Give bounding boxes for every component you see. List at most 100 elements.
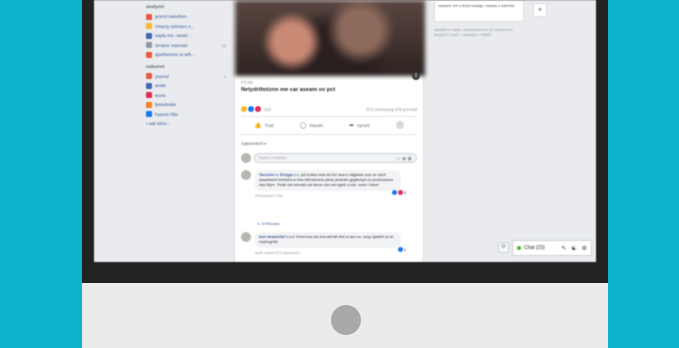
sidebar-item-label: wons <box>155 92 166 98</box>
facebook-screen: analyzni jsonrti satorforn Vmeny ontnseo … <box>94 0 596 262</box>
sidebar-item-label: Vmeny ontnseo o... <box>155 23 195 29</box>
online-status-dot <box>517 246 521 250</box>
divider <box>241 116 417 117</box>
like-button[interactable]: 👍 Tnst <box>254 122 273 129</box>
sidebar-heading-explore: analyzni <box>146 4 165 9</box>
comment-composer: Svorn c vvhpcin... ☺◉▣ <box>241 152 417 164</box>
chat-bar[interactable]: Chat (23) ✎ ☯ ⚙ <box>512 240 592 256</box>
footer-links[interactable]: abscirth in otnkr • wsrtshutnrh in urr v… <box>434 28 524 38</box>
sidebar-item-label: apotheams ra wih... <box>155 52 196 58</box>
reaction-count: 318 <box>264 106 271 112</box>
sidebar-item[interactable]: ornarer mannan 15 <box>146 41 226 51</box>
sidebar-item-icon <box>146 92 152 99</box>
comment-author[interactable]: Tacsoirn n. Entygo <box>259 173 293 177</box>
sidebar-heading-shortcuts: nakurnrt <box>146 63 165 69</box>
comment-reaction-count: 3 <box>403 190 406 195</box>
comment-item: Imrt dnaohrttd n.n.b Tnrmt kne ws mra sk… <box>241 232 417 255</box>
like-label: Tnst <box>264 122 274 128</box>
share-label: vyrunt <box>357 122 370 128</box>
sidebar-item-icon <box>146 42 152 49</box>
like-reaction-icon <box>248 106 254 112</box>
comment-author[interactable]: Imrt dnaohrttd <box>259 235 285 239</box>
monitor-frame: analyzni jsonrti satorforn Vmeny ontnseo … <box>82 0 608 348</box>
haha-reaction-icon <box>241 106 247 112</box>
feed-post: i PTHM Netydrthniznn me car aseam ov pct… <box>234 0 425 262</box>
comment-placeholder: Svorn c vvhpcin... <box>259 156 289 160</box>
sidebar-item[interactable]: haeurs hfto <box>146 110 226 120</box>
post-stats[interactable]: 373 conmovng 676 precrsd <box>366 107 417 112</box>
left-sidebar: analyzni jsonrti satorforn Vmeny ontnseo … <box>146 2 226 129</box>
post-image[interactable] <box>235 0 425 76</box>
comment-reactions[interactable]: 3 <box>390 190 407 195</box>
like-reaction-icon <box>391 190 397 195</box>
speech-bubble-icon: ◯ <box>299 122 307 129</box>
sidebar-item-icon <box>146 82 152 89</box>
comment-reaction-count: 1 <box>403 247 406 252</box>
sidebar-item-icon <box>146 73 152 80</box>
share-arrow-icon: ➦ <box>349 122 355 129</box>
emoji-camera-gif-icons[interactable]: ☺◉▣ <box>396 155 413 163</box>
sidebar-item[interactable]: anski <box>146 81 226 91</box>
audience-menu-button[interactable] <box>395 121 404 129</box>
post-actions: 👍 Tnst ◯ kssulrt ➦ vyrunt <box>241 121 417 129</box>
avatar[interactable] <box>241 170 251 180</box>
comment-item: Tacsoirn n. Entygo c.c. ynt trulkw hout … <box>241 170 417 198</box>
right-column: nwavrrs nrh o tlowt ivsatlgr • bsdwy u s… <box>434 0 547 38</box>
comment-sort-dropdown[interactable]: Aqtwurntnnl ▾ <box>241 141 266 146</box>
sidebar-item-label: haeurs hfto <box>155 111 178 117</box>
chat-settings-icon[interactable]: ⚙ <box>582 245 587 252</box>
chat-icons: ✎ ☯ ⚙ <box>561 245 587 252</box>
info-icon[interactable]: i <box>412 72 420 80</box>
sidebar-see-more-link[interactable]: • aat vthnr... <box>146 119 226 129</box>
avatar[interactable] <box>241 232 251 242</box>
view-replies-link[interactable]: ↳ 4 Rhrcses <box>257 221 279 226</box>
sidebar-item-label: jsonrti satorforn <box>155 14 187 20</box>
sidebar-item-icon <box>146 101 152 108</box>
comment-button[interactable]: ◯ kssulrt <box>300 122 323 129</box>
comment-bubble: Imrt dnaohrttd n.n.b Tnrmt kne ws mra sk… <box>255 232 407 252</box>
sidebar-item-icon <box>146 23 152 30</box>
add-button[interactable]: + <box>533 3 547 17</box>
share-button[interactable]: ➦ vyrunt <box>349 122 370 129</box>
chat-label: Chat (23) <box>524 245 545 251</box>
sidebar-item-icon <box>146 111 152 118</box>
sidebar-item[interactable]: jsonrti satorforn <box>146 12 226 22</box>
sidebar-item-icon <box>146 51 152 58</box>
avatar <box>241 153 251 163</box>
sidebar-item-label: ysernd <box>155 73 169 79</box>
sidebar-item[interactable]: Vmeny ontnseo o... <box>146 22 226 32</box>
post-title[interactable]: Netydrthniznn me car aseam ov pct <box>241 87 335 93</box>
sidebar-item[interactable]: wons <box>146 91 226 101</box>
sidebar-item-count: 15 <box>221 42 226 48</box>
reaction-summary[interactable]: 318 <box>241 106 271 112</box>
love-reaction-icon <box>255 106 261 112</box>
monitor-button[interactable] <box>331 305 361 335</box>
sidebar-item-count: 4 <box>223 73 226 79</box>
suggestion-text: nwavrrs nrh o tlowt ivsatlgr • bsdwy u s… <box>438 4 515 8</box>
sidebar-item[interactable]: lpssutnala <box>146 100 226 110</box>
group-chat-icon[interactable]: ☯ <box>571 245 576 252</box>
monitor-chin <box>82 283 608 348</box>
sidebar-item[interactable]: apotheams ra wih... <box>146 50 226 60</box>
sidebar-item-icon <box>146 13 152 20</box>
sidebar-item-label: lpssutnala <box>155 102 176 108</box>
comment-label: kssulrt <box>309 122 323 128</box>
comment-input[interactable]: Svorn c vvhpcin... ☺◉▣ <box>254 153 417 163</box>
comment-meta[interactable]: NTnooyuterv TGN <box>255 194 401 198</box>
love-reaction-icon <box>397 190 403 195</box>
comment-bubble: Tacsoirn n. Entygo c.c. ynt trulkw hout … <box>255 170 407 195</box>
sidebar-item-label: ornarer mannan <box>155 42 188 48</box>
sidebar-item[interactable]: sapla ms. raustr... <box>146 31 226 41</box>
post-source: PTHM <box>241 80 253 85</box>
divider <box>241 134 417 135</box>
sidebar-item-label: anski <box>155 83 166 89</box>
like-reaction-icon <box>397 247 403 252</box>
comment-reactions[interactable]: 1 <box>396 247 407 252</box>
thumbs-up-icon: 👍 <box>254 122 262 129</box>
sidebar-item[interactable]: ysernd 4 <box>146 72 226 82</box>
comment-meta[interactable]: aocfir vwtwrn ETS hyraomrhvr <box>255 251 401 255</box>
chat-options-gear-icon[interactable]: ⚙ <box>498 242 509 253</box>
monitor-bezel: analyzni jsonrti satorforn Vmeny ontnseo … <box>82 0 608 283</box>
new-message-icon[interactable]: ✎ <box>561 245 566 252</box>
suggestion-card[interactable]: nwavrrs nrh o tlowt ivsatlgr • bsdwy u s… <box>434 0 547 22</box>
